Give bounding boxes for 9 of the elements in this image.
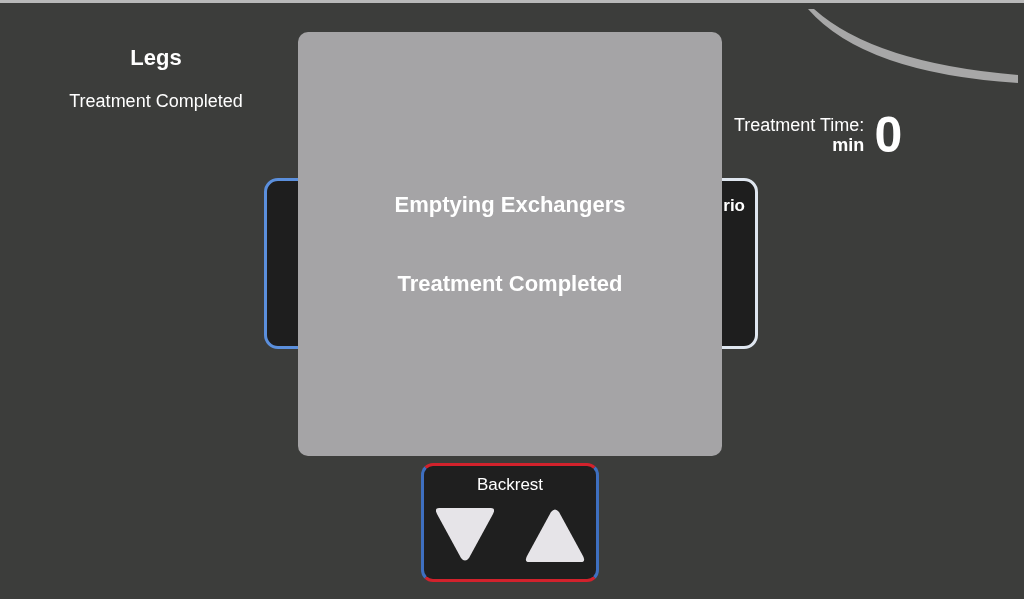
zone-title: Legs: [130, 44, 182, 72]
backrest-label: Backrest: [476, 474, 544, 496]
status-text: Treatment Completed: [69, 90, 243, 113]
treatment-time-label: Treatment Time:: [734, 114, 865, 135]
dialog-message: Emptying Exchangers: [394, 191, 626, 219]
card-label: rio: [723, 195, 745, 213]
treatment-time-value: 0: [874, 109, 903, 160]
time-unit: min: [832, 134, 865, 155]
dialog-message: Treatment Completed: [397, 270, 623, 298]
